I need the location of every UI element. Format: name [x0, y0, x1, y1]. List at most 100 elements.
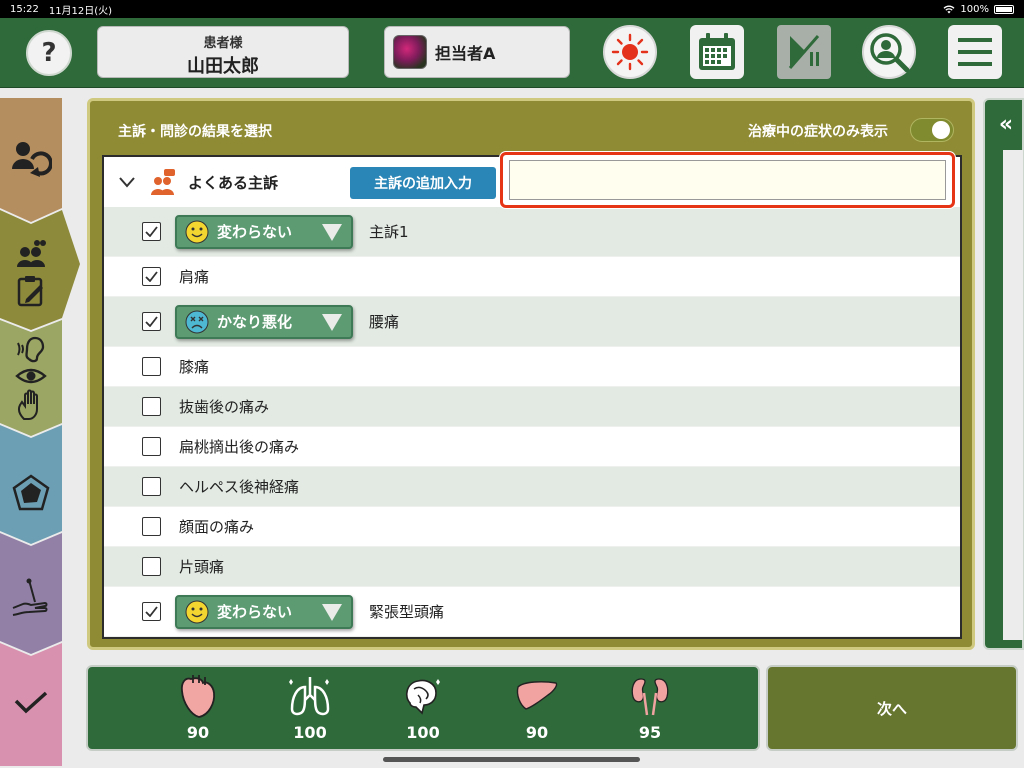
ear-icon — [17, 336, 45, 363]
vital-liver: 90 — [507, 673, 567, 742]
check-icon — [145, 606, 158, 617]
people-refresh-icon — [12, 142, 52, 177]
treating-only-toggle[interactable] — [910, 118, 954, 142]
patient-selector[interactable]: 患者様 山田太郎 — [97, 26, 349, 78]
chevron-down-icon[interactable] — [118, 173, 136, 191]
checkbox[interactable] — [142, 222, 161, 241]
vital-value: 100 — [293, 723, 327, 742]
list-item[interactable]: 変わらない 緊張型頭痛 — [104, 587, 960, 637]
list-item[interactable]: 肩痛 — [104, 257, 960, 297]
patient-search-button[interactable] — [862, 25, 916, 79]
list-item[interactable]: 変わらない 主訴1 — [104, 207, 960, 257]
list-item[interactable]: ヘルペス後神経痛 — [104, 467, 960, 507]
vital-value: 95 — [638, 723, 662, 742]
smile-face-icon — [185, 220, 209, 243]
add-complaint-field-frame — [500, 152, 955, 208]
status-dropdown[interactable]: かなり悪化 — [175, 304, 353, 339]
brain-icon — [405, 679, 440, 715]
add-complaint-button[interactable]: 主訴の追加入力 — [350, 167, 504, 199]
tab-complete[interactable] — [0, 678, 62, 728]
tab-assessment[interactable] — [0, 463, 62, 523]
double-chevron-left-icon: « — [998, 111, 1014, 137]
checkbox[interactable] — [142, 397, 161, 416]
symptom-list: よくある主訴 主訴の追加入力 変わらない 主訴1 肩痛 かなり悪化 腰痛 膝痛 … — [102, 155, 962, 639]
checkbox[interactable] — [142, 602, 161, 621]
heart-icon — [180, 675, 215, 718]
battery-percent: 100% — [960, 3, 989, 15]
staff-selector[interactable]: 担当者A — [384, 26, 570, 78]
list-item[interactable]: かなり悪化 腰痛 — [104, 297, 960, 347]
checkbox[interactable] — [142, 437, 161, 456]
dropdown-triangle-icon — [322, 313, 342, 331]
calendar-button[interactable] — [690, 25, 744, 79]
status-dropdown[interactable]: 変わらない — [175, 214, 353, 249]
status-date: 11月12日(火) — [48, 5, 113, 17]
symptom-name: ヘルペス後神経痛 — [179, 478, 300, 496]
help-button[interactable]: ? — [26, 30, 72, 76]
home-indicator[interactable] — [383, 757, 640, 762]
right-panel: « — [983, 98, 1024, 650]
next-button[interactable]: 次へ — [766, 665, 1018, 751]
people-chat-icon — [151, 169, 175, 195]
checkbox[interactable] — [142, 557, 161, 576]
vital-heart: 90 — [168, 673, 228, 742]
symptom-rows: 変わらない 主訴1 肩痛 かなり悪化 腰痛 膝痛 抜歯後の痛み 扁桃摘出後の痛み… — [104, 207, 960, 637]
play-pause-icon — [788, 35, 820, 69]
menu-button[interactable] — [948, 25, 1002, 79]
list-item[interactable]: 片頭痛 — [104, 547, 960, 587]
vital-value: 100 — [406, 723, 440, 742]
symptom-name: 緊張型頭痛 — [369, 603, 445, 621]
list-item[interactable]: 膝痛 — [104, 347, 960, 387]
alert-button[interactable] — [603, 25, 657, 79]
list-item[interactable]: 扁桃摘出後の痛み — [104, 427, 960, 467]
sad-face-icon — [185, 310, 209, 333]
staff-name: 担当者A — [435, 44, 496, 63]
checkbox[interactable] — [142, 477, 161, 496]
sun-alert-icon — [611, 33, 649, 71]
help-label: ? — [41, 38, 57, 68]
vital-value: 90 — [525, 723, 549, 742]
list-item[interactable]: 抜歯後の痛み — [104, 387, 960, 427]
filter-label: 治療中の症状のみ表示 — [748, 124, 888, 140]
sidebar-background — [0, 98, 80, 766]
next-label: 次へ — [876, 699, 907, 718]
check-icon — [145, 316, 158, 327]
vital-lungs: 100 — [280, 673, 340, 742]
hamburger-menu-icon — [958, 38, 992, 66]
tab-treatment[interactable] — [0, 568, 62, 630]
symptom-name: 腰痛 — [369, 313, 400, 331]
vital-brain: 100 — [393, 673, 453, 742]
status-dropdown[interactable]: 変わらない — [175, 594, 353, 629]
header-bar: ? 患者様 山田太郎 担当者A — [0, 18, 1024, 88]
checkbox[interactable] — [142, 357, 161, 376]
battery-icon — [994, 4, 1014, 14]
status-label: 変わらない — [217, 223, 293, 241]
people-chat-icon — [17, 240, 46, 267]
tab-patient-history[interactable] — [0, 128, 62, 188]
checkbox[interactable] — [142, 517, 161, 536]
right-panel-body — [1003, 150, 1023, 640]
symptom-name: 顔面の痛み — [179, 518, 255, 536]
expand-panel-button[interactable]: « — [989, 108, 1023, 140]
checkbox[interactable] — [142, 267, 161, 286]
check-icon — [145, 226, 158, 237]
liver-icon — [516, 681, 558, 710]
panel-title: 主訴・問診の結果を選択 — [118, 124, 272, 140]
acupuncture-icon — [12, 578, 48, 616]
toggle-knob — [932, 121, 950, 139]
add-complaint-input[interactable] — [509, 160, 946, 200]
smile-face-icon — [185, 600, 209, 623]
patient-name: 山田太郎 — [187, 56, 259, 77]
play-pause-button[interactable] — [777, 25, 831, 79]
status-label: 変わらない — [217, 603, 293, 621]
calendar-icon — [699, 33, 735, 70]
checkbox[interactable] — [142, 312, 161, 331]
list-item[interactable]: 顔面の痛み — [104, 507, 960, 547]
checkmark-icon — [14, 691, 48, 714]
add-complaint-label: 主訴の追加入力 — [374, 176, 472, 192]
tab-chief-complaint[interactable] — [0, 228, 62, 318]
tab-senses[interactable] — [0, 330, 62, 426]
lungs-icon — [289, 677, 330, 716]
symptom-name: 抜歯後の痛み — [179, 398, 270, 416]
sidebar — [0, 98, 80, 766]
